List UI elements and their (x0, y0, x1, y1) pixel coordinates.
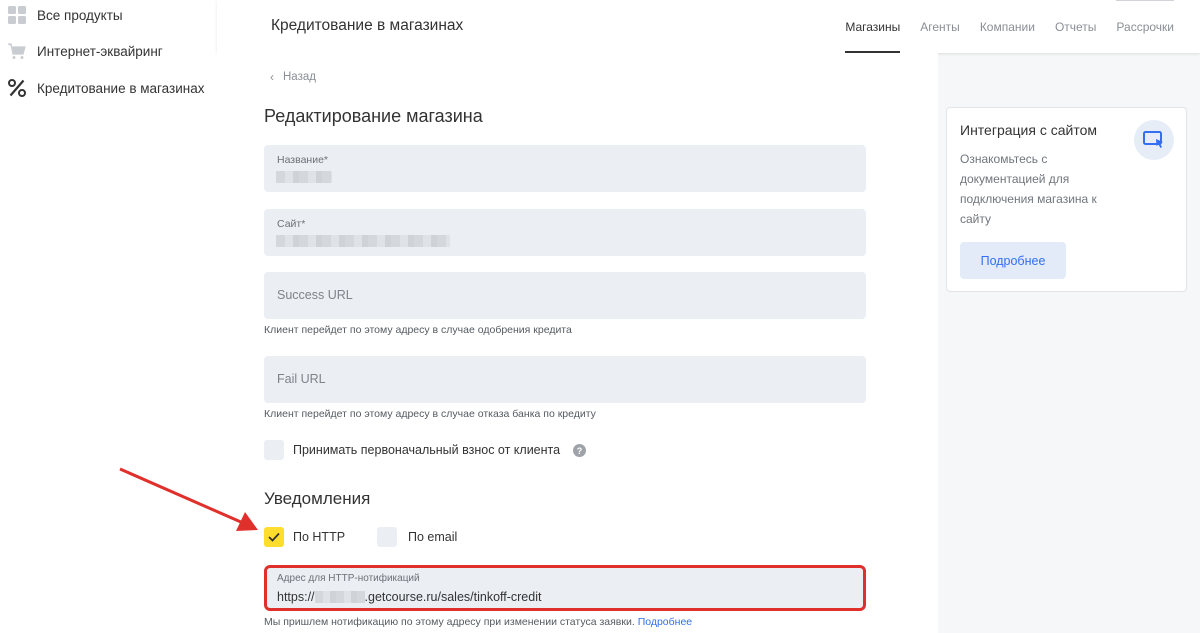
downpayment-label: Принимать первоначальный взнос от клиент… (293, 443, 561, 457)
success-url-field[interactable]: Success URL (264, 272, 866, 319)
site-field-label: Сайт* (277, 218, 306, 230)
email-label: По email (408, 530, 458, 544)
integration-description: Ознакомьтесь с документацией для подключ… (960, 152, 1097, 226)
checkmark-icon (268, 532, 280, 542)
cart-icon (7, 41, 27, 61)
http-notification-url-field[interactable]: Адрес для HTTP-нотификаций https://.getc… (264, 565, 866, 611)
main-panel: ‹ Назад Редактирование магазина Название… (217, 53, 938, 633)
http-field-value: https://.getcourse.ru/sales/tinkoff-cred… (277, 590, 542, 604)
chevron-left-icon: ‹ (270, 70, 274, 84)
tab-companies[interactable]: Компании (980, 0, 1035, 53)
fail-url-placeholder: Fail URL (277, 372, 326, 386)
sidebar-item-all-products[interactable]: Все продукты (0, 0, 217, 33)
sidebar-item-label: Интернет-эквайринг (37, 43, 163, 59)
grid-icon (7, 5, 27, 25)
tab-agents[interactable]: Агенты (920, 0, 960, 53)
email-checkbox[interactable] (377, 527, 397, 547)
tab-reports[interactable]: Отчеты (1055, 0, 1096, 53)
monitor-cursor-icon (1134, 120, 1174, 160)
page-title: Редактирование магазина (264, 106, 483, 126)
learn-more-link[interactable]: Подробнее (638, 616, 692, 628)
name-field-label: Название* (277, 154, 329, 166)
integration-title: Интеграция с сайтом (960, 122, 1097, 138)
sidebar-item-label: Все продукты (37, 7, 123, 23)
fail-url-field[interactable]: Fail URL (264, 356, 866, 403)
percent-icon (7, 78, 27, 98)
redacted-value (276, 171, 332, 183)
redacted-value (314, 591, 365, 603)
name-field[interactable]: Название* (264, 145, 866, 192)
redacted-value (276, 235, 450, 247)
tab-installments[interactable]: Рассрочки (1116, 0, 1174, 53)
site-field[interactable]: Сайт* (264, 209, 866, 256)
tab-stores[interactable]: Магазины (845, 0, 900, 53)
top-header: Кредитование в магазинах Магазины Агенты… (217, 0, 1200, 53)
header-title: Кредитование в магазинах (271, 17, 464, 34)
header-tabs: Магазины Агенты Компании Отчеты Рассрочк… (825, 0, 1174, 53)
notification-note: Мы пришлем нотификацию по этому адресу п… (264, 616, 693, 628)
http-label: По HTTP (293, 530, 346, 544)
back-label: Назад (283, 71, 316, 83)
notifications-title: Уведомления (264, 489, 371, 508)
sidebar-item-internet-acquiring[interactable]: Интернет-эквайринг (0, 33, 217, 69)
sidebar: Все продукты Интернет-эквайринг Кредитов… (0, 0, 217, 633)
learn-more-button[interactable]: Подробнее (960, 242, 1066, 279)
downpayment-checkbox[interactable] (264, 440, 284, 460)
success-url-hint: Клиент перейдет по этому адресу в случае… (264, 324, 572, 336)
http-checkbox[interactable] (264, 527, 284, 547)
integration-card: Интеграция с сайтом Ознакомьтесь с докум… (946, 107, 1187, 292)
fail-url-hint: Клиент перейдет по этому адресу в случае… (264, 408, 596, 420)
help-icon[interactable]: ? (573, 444, 586, 457)
sidebar-item-store-credit[interactable]: Кредитование в магазинах (0, 70, 217, 106)
success-url-placeholder: Success URL (277, 288, 353, 302)
sidebar-item-label: Кредитование в магазинах (37, 80, 205, 96)
http-field-label: Адрес для HTTP-нотификаций (277, 573, 420, 584)
back-link[interactable]: ‹ Назад (270, 70, 316, 84)
